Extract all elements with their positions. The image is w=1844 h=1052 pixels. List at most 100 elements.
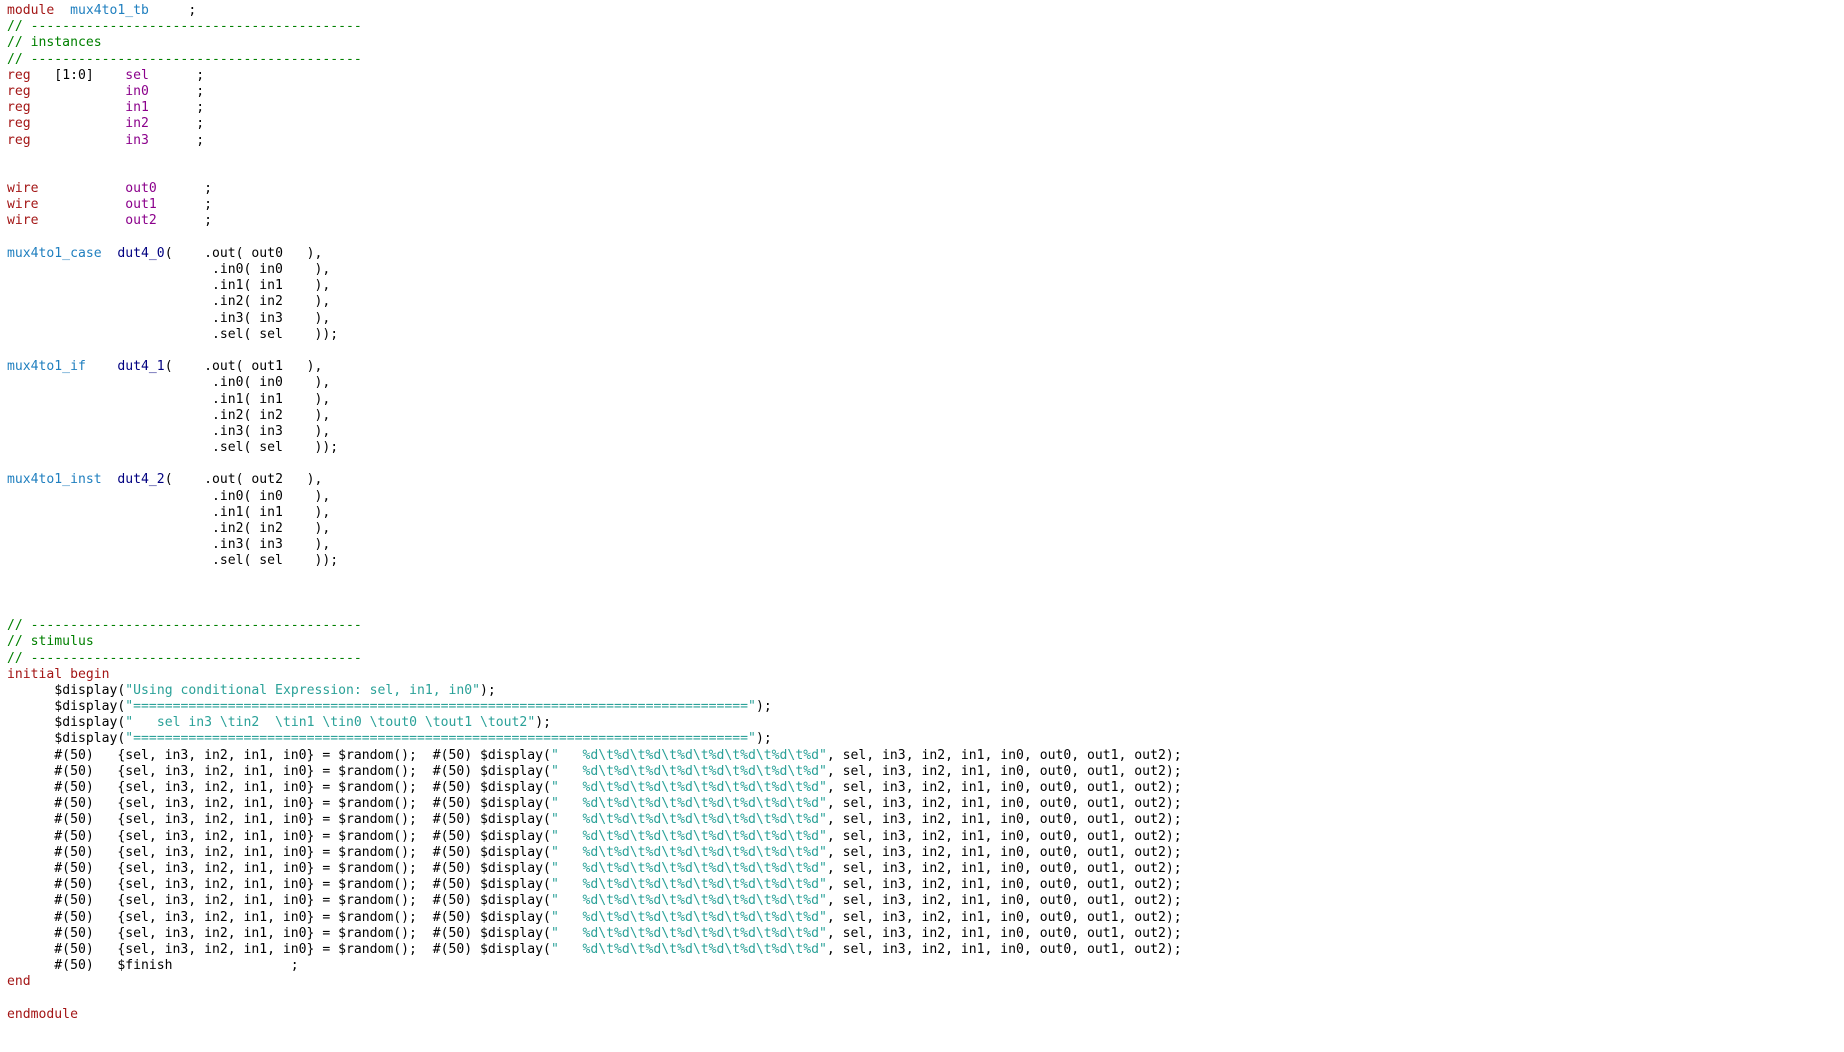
code-line[interactable] [7, 149, 1182, 165]
code-line[interactable]: .in1( in1 ), [7, 278, 1182, 294]
code-line[interactable] [7, 343, 1182, 359]
code-line[interactable]: .in0( in0 ), [7, 262, 1182, 278]
identifier-token: in3 [125, 132, 149, 148]
code-line[interactable]: // -------------------------------------… [7, 52, 1182, 68]
code-line[interactable]: .in3( in3 ), [7, 311, 1182, 327]
code-line[interactable]: end [7, 974, 1182, 990]
code-line[interactable] [7, 165, 1182, 181]
code-line[interactable]: // instances [7, 35, 1182, 51]
code-line[interactable]: .sel( sel )); [7, 440, 1182, 456]
code-text: ; [148, 100, 205, 116]
code-line[interactable]: reg [1:0] sel ; [7, 68, 1182, 84]
code-line[interactable]: #(50) {sel, in3, in2, in1, in0} = $rando… [7, 860, 1181, 877]
code-line[interactable]: .sel( sel )); [7, 553, 1182, 569]
code-line[interactable]: $display(" sel in3 \tin2 \tin1 \tin0 \to… [7, 715, 1182, 731]
code-line[interactable]: module mux4to1_tb ; [7, 3, 1182, 19]
code-text: .sel( sel )); [7, 553, 339, 569]
keyword-token: wire [7, 213, 39, 229]
code-line[interactable]: // -------------------------------------… [7, 651, 1182, 667]
code-line[interactable]: mux4to1_case dut4_0( .out( out0 ), [7, 246, 1182, 262]
code-line[interactable] [7, 456, 1182, 472]
code-line[interactable]: mux4to1_if dut4_1( .out( out1 ), [7, 359, 1182, 375]
string-token: " %d\t%d\t%d\t%d\t%d\t%d\t%d\t%d" [550, 812, 827, 828]
code-line[interactable]: wire out2 ; [7, 213, 1182, 229]
code-text: , sel, in3, in2, in1, in0, out0, out1, o… [826, 796, 1182, 812]
code-line[interactable]: reg in2 ; [7, 116, 1182, 132]
code-text: ; [156, 197, 212, 213]
code-line[interactable]: // -------------------------------------… [7, 618, 1182, 634]
code-line[interactable]: $display("==============================… [7, 699, 1182, 715]
code-line[interactable]: wire out1 ; [7, 197, 1182, 213]
code-text: .in2( in2 ), [7, 521, 331, 536]
code-line[interactable] [7, 990, 1182, 1006]
code-line[interactable]: .in3( in3 ), [7, 537, 1182, 553]
code-line[interactable]: endmodule [7, 1007, 1182, 1023]
code-line[interactable]: reg in3 ; [7, 133, 1182, 149]
identifier-token: out0 [125, 181, 157, 197]
code-line[interactable]: .in0( in0 ), [7, 375, 1182, 391]
code-line[interactable] [7, 586, 1182, 602]
code-line[interactable]: $display("Using conditional Expression: … [7, 683, 1182, 699]
string-token: " %d\t%d\t%d\t%d\t%d\t%d\t%d\t%d" [550, 828, 827, 844]
code-line[interactable]: // stimulus [7, 634, 1182, 650]
identifier-token: out2 [125, 213, 157, 229]
code-line[interactable]: #(50) {sel, in3, in2, in1, in0} = $rando… [7, 812, 1181, 828]
code-text: #(50) {sel, in3, in2, in1, in0} = $rando… [7, 925, 551, 941]
code-line[interactable]: #(50) {sel, in3, in2, in1, in0} = $rando… [7, 796, 1182, 812]
code-line[interactable]: .in2( in2 ), [7, 408, 1182, 424]
code-line[interactable]: .in0( in0 ), [7, 489, 1182, 505]
code-text: ; [156, 181, 212, 197]
code-editor[interactable]: module mux4to1_tb ;// ------------------… [7, 3, 1182, 1023]
code-line[interactable]: #(50) {sel, in3, in2, in1, in0} = $rando… [7, 748, 1181, 764]
code-text: , sel, in3, in2, in1, in0, out0, out1, o… [826, 877, 1182, 893]
code-line[interactable]: #(50) {sel, in3, in2, in1, in0} = $rando… [7, 925, 1182, 942]
code-text: .in1( in1 ), [7, 391, 331, 407]
keyword-token: wire [7, 197, 39, 213]
code-line[interactable]: #(50) {sel, in3, in2, in1, in0} = $rando… [7, 877, 1182, 893]
code-line[interactable]: .in2( in2 ), [7, 521, 1182, 537]
code-line[interactable]: #(50) {sel, in3, in2, in1, in0} = $rando… [7, 780, 1181, 796]
code-line[interactable]: .in1( in1 ), [7, 392, 1182, 408]
code-line[interactable] [7, 230, 1182, 246]
code-line[interactable]: initial begin [7, 667, 1182, 683]
code-line[interactable] [7, 570, 1182, 586]
code-line[interactable]: $display("==============================… [7, 731, 1182, 747]
code-text: , sel, in3, in2, in1, in0, out0, out1, o… [826, 925, 1182, 941]
code-line[interactable]: reg in1 ; [7, 100, 1182, 116]
code-line[interactable]: // -------------------------------------… [7, 19, 1182, 35]
code-line[interactable]: .in3( in3 ), [7, 424, 1182, 440]
code-line[interactable]: .sel( sel )); [7, 327, 1182, 343]
code-line[interactable]: #(50) {sel, in3, in2, in1, in0} = $rando… [7, 828, 1181, 845]
code-text: .in1( in1 ), [7, 278, 331, 294]
code-line[interactable]: #(50) $finish ; [7, 958, 1182, 974]
identifier-token: in0 [125, 83, 149, 99]
code-text: ; [148, 116, 205, 132]
comment-token: // -------------------------------------… [7, 618, 362, 634]
code-text: #(50) {sel, in3, in2, in1, in0} = $rando… [7, 860, 551, 876]
code-text: ); [755, 731, 772, 747]
code-text: .in2( in2 ), [7, 294, 331, 310]
code-line[interactable] [7, 602, 1182, 618]
code-line[interactable]: #(50) {sel, in3, in2, in1, in0} = $rando… [7, 942, 1181, 958]
code-line[interactable]: #(50) {sel, in3, in2, in1, in0} = $rando… [7, 910, 1181, 926]
string-token: "=======================================… [125, 699, 756, 715]
code-line[interactable]: reg in0 ; [7, 84, 1182, 100]
code-line[interactable]: #(50) {sel, in3, in2, in1, in0} = $rando… [7, 764, 1181, 780]
code-line[interactable]: mux4to1_inst dut4_2( .out( out2 ), [7, 472, 1182, 488]
string-token: " sel in3 \tin2 \tin1 \tin0 \tout0 \tout… [125, 715, 536, 731]
code-line[interactable]: #(50) {sel, in3, in2, in1, in0} = $rando… [7, 893, 1181, 909]
code-line[interactable]: wire out0 ; [7, 181, 1182, 197]
string-token: " %d\t%d\t%d\t%d\t%d\t%d\t%d\t%d" [550, 796, 827, 812]
code-line[interactable]: .in1( in1 ), [7, 505, 1182, 521]
keyword-token: reg [7, 132, 31, 148]
code-line[interactable]: #(50) {sel, in3, in2, in1, in0} = $rando… [7, 845, 1181, 861]
code-line[interactable]: .in2( in2 ), [7, 294, 1182, 310]
